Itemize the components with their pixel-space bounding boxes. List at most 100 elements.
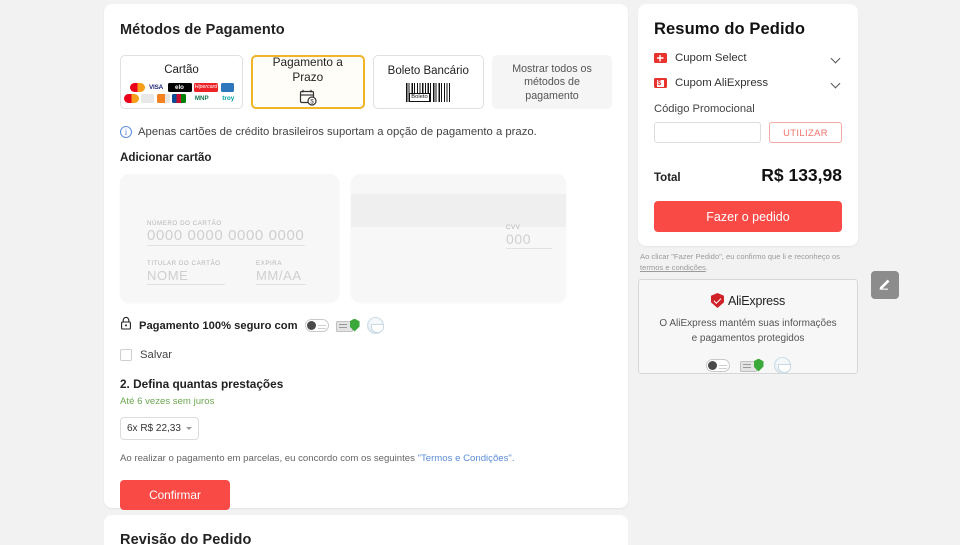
aliexpress-shield-icon [710, 293, 724, 308]
save-card-checkbox[interactable] [120, 349, 132, 361]
mir-icon: MNP [188, 94, 215, 104]
mastercard-icon [129, 83, 145, 93]
card-cvv-label: CVV [506, 224, 521, 231]
diners-icon [141, 94, 155, 104]
promo-code-row: UTILIZAR [654, 122, 842, 143]
payment-method-cartao-label: Cartão [164, 64, 199, 76]
coupon-aliexpress-label: Cupom AliExpress [675, 77, 769, 89]
coupon-plus-icon [654, 53, 667, 63]
promo-apply-button[interactable]: UTILIZAR [769, 122, 842, 143]
card-holder-label: TITULAR DO CARTÃO [147, 260, 221, 267]
discover-icon [156, 94, 170, 104]
card-number-field[interactable]: NÚMERO DO CARTÃO 0000 0000 0000 0000 [147, 220, 305, 246]
credit-card-back[interactable]: CVV 000 [351, 174, 566, 302]
installment-step-title: 2. Defina quantas prestações [120, 377, 284, 391]
elo-icon: elo [167, 83, 192, 93]
buyer-protection-box: AliExpress O AliExpress mantém suas info… [638, 279, 858, 374]
chevron-down-icon[interactable] [830, 53, 841, 63]
card-expiry-label: EXPIRA [256, 260, 282, 267]
total-label: Total [654, 172, 681, 184]
payment-method-show-all-label: Mostrar todos os métodos de pagamento [512, 62, 592, 102]
secure-payment-row: Pagamento 100% seguro com [120, 316, 612, 335]
terms-and-conditions-link[interactable]: "Termos e Condições". [418, 453, 515, 464]
barcode-caption: Boleto [409, 93, 430, 103]
info-notice-text: Apenas cartões de crédito brasileiros su… [138, 126, 537, 138]
hipercard-icon: Hipercard [194, 83, 218, 93]
card-holder-input[interactable]: NOME [147, 268, 225, 285]
maestro-icon [123, 94, 139, 104]
chevron-down-icon [186, 427, 192, 430]
disclaimer-terms-link[interactable]: termos e condições [640, 263, 706, 272]
payment-method-cartao[interactable]: Cartão VISA elo Hipercard MNP troy [120, 55, 243, 109]
payment-method-pagamento-a-prazo[interactable]: Pagamento a Prazo $ [251, 55, 365, 109]
mastercard-securecode-badge [335, 318, 360, 333]
chevron-down-icon[interactable] [830, 78, 841, 88]
info-icon: i [120, 126, 132, 138]
order-summary-panel: Resumo do Pedido Cupom Select Cupom AliE… [638, 4, 858, 246]
norton-secured-badge [304, 319, 329, 332]
barcode-icon: Boleto [406, 83, 451, 103]
installment-terms-line: Ao realizar o pagamento em parcelas, eu … [120, 453, 612, 464]
payment-method-prazo-label: Pagamento a Prazo [272, 54, 343, 84]
coupon-select-label: Cupom Select [675, 52, 747, 64]
mastercard-securecode-badge [739, 358, 764, 373]
order-review-title: Revisão do Pedido [120, 532, 252, 545]
promo-code-input[interactable] [654, 122, 761, 143]
payment-method-boleto-label: Boleto Bancário [387, 64, 469, 77]
card-number-input[interactable]: 0000 0000 0000 0000 [147, 227, 305, 246]
payment-methods-panel: Métodos de Pagamento Cartão VISA elo Hip… [104, 4, 628, 510]
coupon-row-select[interactable]: Cupom Select [654, 52, 842, 64]
save-card-row[interactable]: Salvar [120, 349, 612, 361]
installment-step-subtitle: Até 6 vezes sem juros [120, 396, 215, 407]
payment-method-show-all[interactable]: Mostrar todos os métodos de pagamento [492, 55, 612, 109]
page-title: Métodos de Pagamento [120, 22, 285, 38]
save-card-label: Salvar [140, 349, 173, 361]
installment-select-value: 6x R$ 22,33 [127, 423, 181, 434]
coupon-dollar-icon [654, 78, 667, 89]
magnetic-stripe [351, 194, 566, 227]
lock-icon [120, 316, 132, 335]
checkout-page: Métodos de Pagamento Cartão VISA elo Hip… [0, 0, 960, 545]
card-cvv-input[interactable]: 000 [506, 231, 552, 249]
amex-icon [220, 83, 234, 93]
coupon-row-aliexpress[interactable]: Cupom AliExpress [654, 77, 842, 89]
buyer-protection-text: O AliExpress mantém suas informações e p… [659, 318, 837, 344]
buyer-protection-badges [705, 357, 791, 374]
card-cvv-field[interactable]: CVV 000 [506, 224, 552, 249]
credit-card-front[interactable]: NÚMERO DO CARTÃO 0000 0000 0000 0000 TIT… [120, 174, 339, 302]
confirm-button[interactable]: Confirmar [120, 480, 230, 510]
payment-method-tabs: Cartão VISA elo Hipercard MNP troy Pagam… [120, 55, 612, 109]
order-disclaimer-text: Ao clicar "Fazer Pedido", eu confirmo qu… [640, 252, 840, 261]
place-order-button[interactable]: Fazer o pedido [654, 201, 842, 232]
ssl-certificate-badge [366, 317, 384, 334]
promo-code-label: Código Promocional [654, 103, 755, 115]
total-value: R$ 133,98 [761, 165, 842, 185]
card-entry-forms: NÚMERO DO CARTÃO 0000 0000 0000 0000 TIT… [120, 174, 612, 302]
visa-icon: VISA [147, 83, 165, 93]
installment-select[interactable]: 6x R$ 22,33 [120, 417, 199, 440]
order-disclaimer: Ao clicar "Fazer Pedido", eu confirmo qu… [640, 251, 858, 274]
aliexpress-logo: AliExpress [710, 293, 786, 308]
norton-secured-badge [705, 359, 730, 372]
card-holder-field[interactable]: TITULAR DO CARTÃO NOME [147, 260, 225, 285]
add-card-title: Adicionar cartão [120, 151, 212, 164]
installment-icon: $ [298, 88, 318, 111]
ssl-certificate-badge [773, 357, 791, 374]
total-row: Total R$ 133,98 [654, 165, 842, 186]
card-brand-logos: VISA elo Hipercard MNP troy [123, 81, 240, 104]
secure-payment-text: Pagamento 100% seguro com [139, 319, 298, 332]
aliexpress-brand-name: AliExpress [727, 293, 786, 308]
order-summary-title: Resumo do Pedido [654, 20, 806, 38]
pencil-edit-icon [877, 275, 893, 296]
card-expiry-field[interactable]: EXPIRA MM/AA [256, 260, 306, 285]
order-review-panel: Revisão do Pedido [104, 515, 628, 545]
floating-edit-button[interactable] [871, 271, 899, 299]
troy-icon: troy [217, 94, 240, 104]
installment-terms-text: Ao realizar o pagamento em parcelas, eu … [120, 453, 418, 464]
card-number-label: NÚMERO DO CARTÃO [147, 220, 222, 227]
payment-method-boleto-bancario[interactable]: Boleto Bancário Boleto [372, 55, 485, 109]
jcb-icon [172, 94, 187, 104]
order-disclaimer-suffix: . [705, 263, 708, 273]
info-notice: i Apenas cartões de crédito brasileiros … [120, 126, 612, 138]
card-expiry-input[interactable]: MM/AA [256, 268, 306, 285]
